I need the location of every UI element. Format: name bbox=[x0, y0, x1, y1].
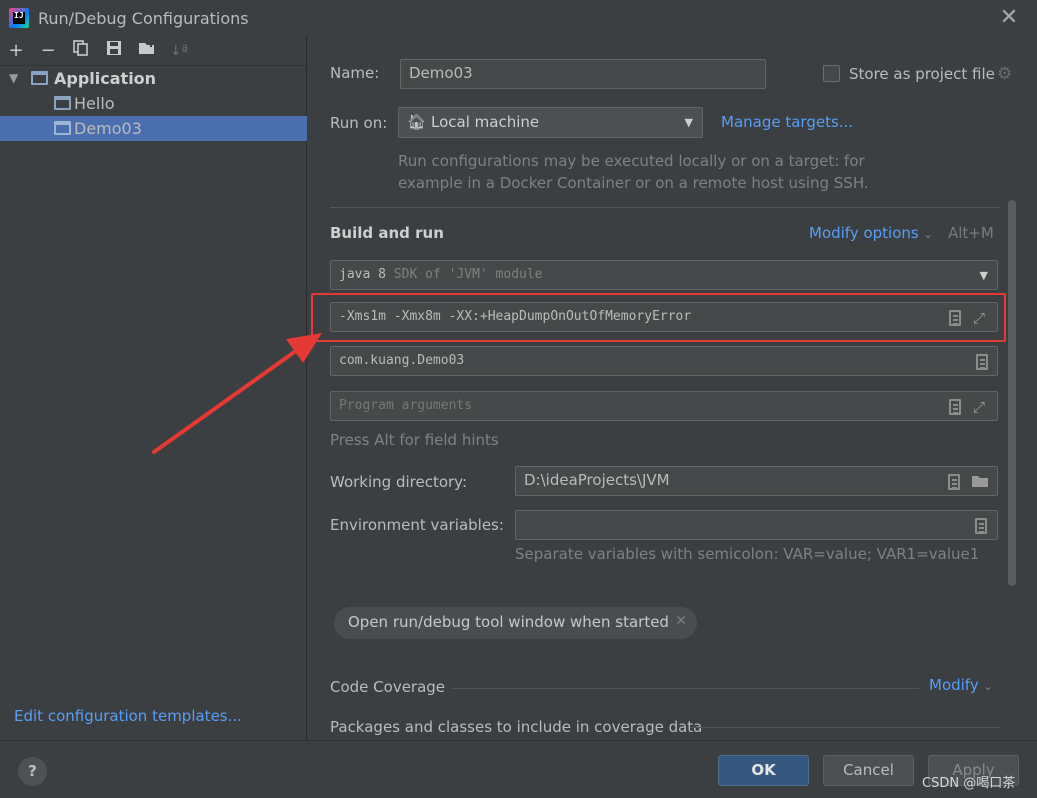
working-directory-field[interactable]: D:\ideaProjects\JVM bbox=[515, 466, 998, 496]
folder-icon[interactable] bbox=[971, 473, 989, 493]
chevron-down-icon: ⌄ bbox=[983, 680, 993, 693]
manage-targets-link[interactable]: Manage targets... bbox=[721, 113, 853, 131]
name-field[interactable]: Demo03 bbox=[400, 59, 766, 89]
expand-text-icon[interactable] bbox=[949, 399, 961, 415]
tree-item-demo03[interactable]: Demo03 bbox=[0, 116, 307, 141]
new-folder-icon[interactable] bbox=[136, 40, 158, 62]
save-icon[interactable] bbox=[103, 40, 125, 62]
field-hints-text: Press Alt for field hints bbox=[330, 431, 499, 449]
program-arguments-placeholder: Program arguments bbox=[339, 398, 473, 413]
run-on-select[interactable]: 🏠︎ Local machine ▼ bbox=[398, 107, 703, 138]
chevron-down-icon: ⌄ bbox=[923, 228, 933, 241]
home-icon: 🏠︎ bbox=[407, 113, 427, 131]
code-coverage-title: Code Coverage bbox=[330, 678, 446, 696]
annotation-highlight-box bbox=[311, 293, 1006, 342]
tree-item-label: Demo03 bbox=[74, 119, 142, 138]
sdk-hint: SDK of 'JVM' module bbox=[393, 267, 543, 282]
tree-toolbar: + − ↓ª bbox=[0, 36, 307, 66]
environment-variables-field[interactable] bbox=[515, 510, 998, 540]
sort-icon[interactable]: ↓ª bbox=[168, 40, 190, 62]
application-icon bbox=[54, 96, 71, 110]
working-directory-label: Working directory: bbox=[330, 473, 468, 491]
add-icon[interactable]: + bbox=[5, 40, 27, 62]
working-directory-value: D:\ideaProjects\JVM bbox=[524, 471, 670, 489]
insert-macro-icon[interactable] bbox=[948, 474, 960, 490]
run-on-label: Run on: bbox=[330, 114, 388, 132]
main-class-field[interactable]: com.kuang.Demo03 bbox=[330, 346, 998, 376]
coverage-modify-link[interactable]: Modify ⌄ bbox=[929, 676, 993, 694]
env-vars-hint: Separate variables with semicolon: VAR=v… bbox=[515, 545, 980, 563]
run-on-hint-line1: Run configurations may be executed local… bbox=[398, 152, 865, 170]
jre-select[interactable]: java 8 SDK of 'JVM' module ▼ bbox=[330, 260, 998, 290]
edit-env-vars-icon[interactable] bbox=[975, 518, 987, 534]
name-value: Demo03 bbox=[409, 64, 473, 82]
application-icon bbox=[54, 121, 71, 135]
ok-button[interactable]: OK bbox=[718, 755, 809, 786]
modify-options-link[interactable]: Modify options ⌄ bbox=[809, 224, 933, 242]
modify-options-label: Modify options bbox=[809, 224, 919, 242]
tree-item-label: Hello bbox=[74, 94, 115, 113]
tree-item-hello[interactable]: Hello bbox=[0, 91, 307, 116]
store-as-project-file-label: Store as project file bbox=[849, 65, 995, 83]
sdk-value: java 8 bbox=[339, 267, 386, 282]
intellij-logo-icon: IJ bbox=[9, 8, 29, 28]
copy-icon[interactable] bbox=[70, 40, 92, 62]
jre-select-text: java 8 SDK of 'JVM' module bbox=[339, 267, 543, 282]
section-divider bbox=[690, 727, 1000, 728]
application-icon bbox=[31, 71, 48, 85]
open-tool-window-chip[interactable]: Open run/debug tool window when started … bbox=[334, 607, 697, 639]
run-on-value: Local machine bbox=[431, 113, 540, 131]
chevron-down-icon[interactable]: ▼ bbox=[9, 66, 18, 91]
chip-label: Open run/debug tool window when started bbox=[348, 613, 669, 631]
browse-class-icon[interactable] bbox=[976, 354, 988, 370]
program-arguments-field[interactable]: Program arguments ⤢ bbox=[330, 391, 998, 421]
dropdown-arrow-icon: ▼ bbox=[684, 116, 693, 129]
store-as-project-file-checkbox[interactable] bbox=[823, 65, 840, 82]
environment-variables-label: Environment variables: bbox=[330, 516, 504, 534]
remove-icon[interactable]: − bbox=[37, 40, 59, 62]
modify-options-shortcut: Alt+M bbox=[948, 224, 994, 242]
window-title: Run/Debug Configurations bbox=[38, 9, 249, 28]
tree-group-label: Application bbox=[54, 69, 157, 88]
vertical-scrollbar[interactable] bbox=[1008, 200, 1016, 586]
csdn-watermark: CSDN @喝口茶 bbox=[922, 776, 1016, 791]
close-icon[interactable]: ✕ bbox=[997, 6, 1021, 30]
close-icon[interactable]: ✕ bbox=[675, 613, 687, 629]
help-button[interactable]: ? bbox=[18, 757, 47, 786]
tree-group-application[interactable]: ▼ Application bbox=[0, 66, 307, 91]
coverage-packages-label: Packages and classes to include in cover… bbox=[330, 718, 703, 736]
cancel-button[interactable]: Cancel bbox=[823, 755, 914, 786]
main-class-value: com.kuang.Demo03 bbox=[339, 353, 465, 368]
edit-templates-link[interactable]: Edit configuration templates... bbox=[14, 707, 242, 725]
gear-icon[interactable]: ⚙ bbox=[997, 64, 1012, 84]
build-and-run-title: Build and run bbox=[330, 224, 444, 242]
maximize-icon[interactable]: ⤢ bbox=[971, 398, 987, 416]
section-divider bbox=[452, 688, 919, 689]
annotation-arrow-icon bbox=[152, 333, 322, 454]
dropdown-arrow-icon: ▼ bbox=[979, 269, 988, 282]
name-label: Name: bbox=[330, 64, 380, 82]
coverage-modify-label: Modify bbox=[929, 676, 979, 694]
run-on-hint-line2: example in a Docker Container or on a re… bbox=[398, 174, 869, 192]
section-divider bbox=[330, 207, 1000, 208]
